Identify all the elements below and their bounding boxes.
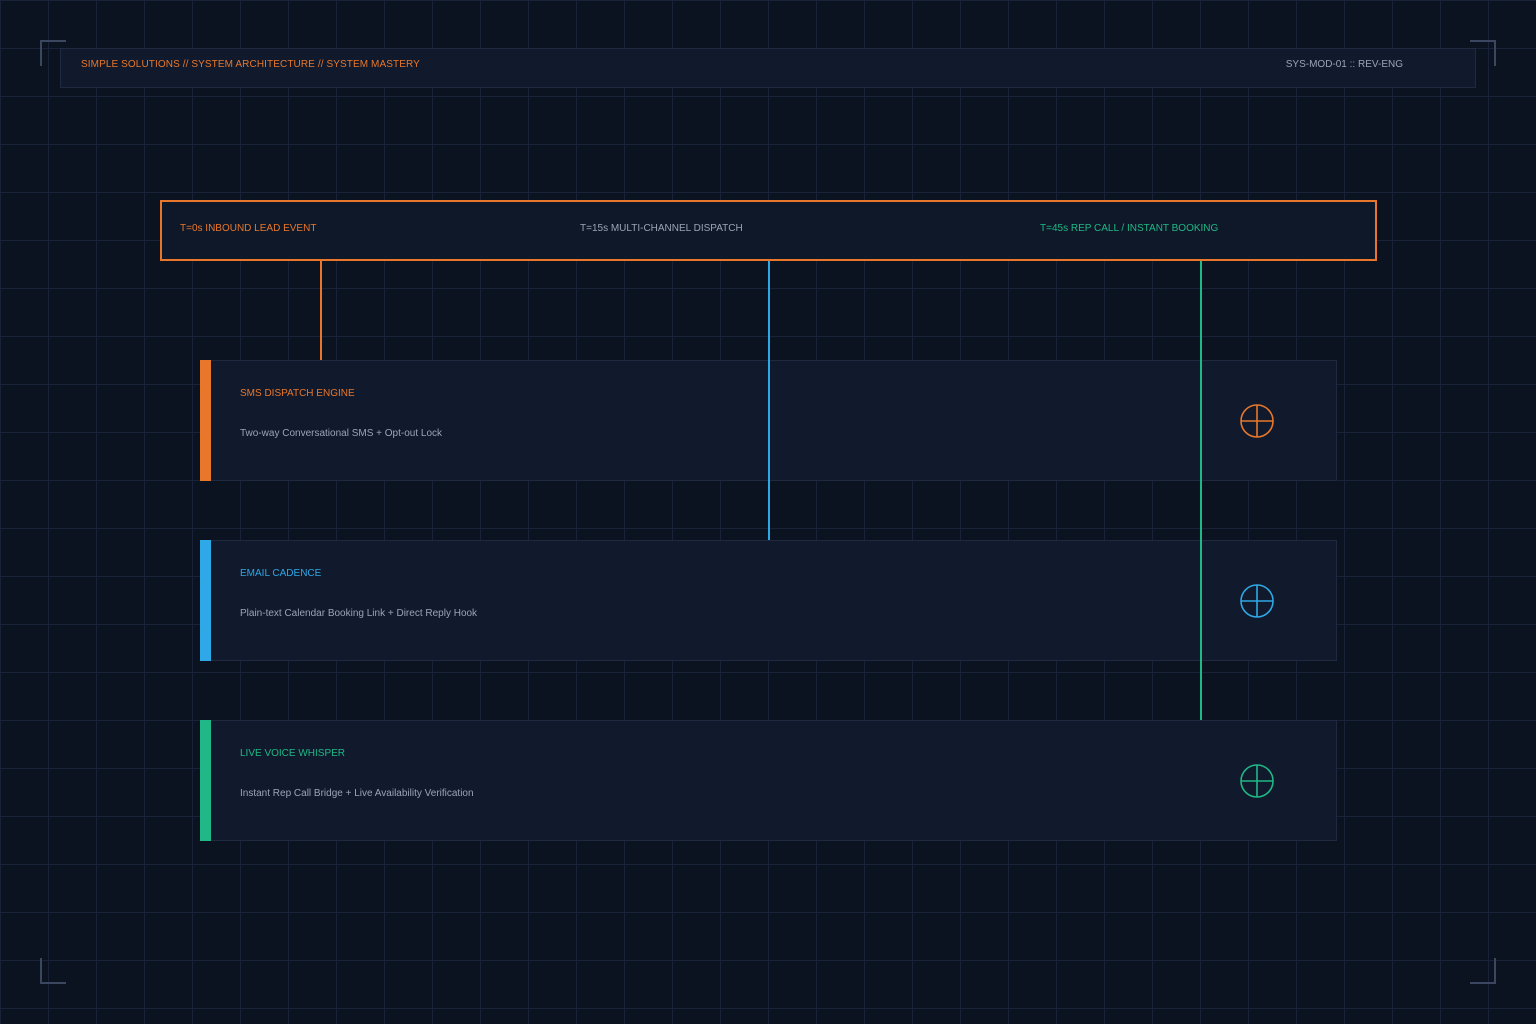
connector-line-voice: [1200, 261, 1202, 720]
module-accent-bar: [200, 360, 211, 481]
header-module-id: SYS-MOD-01 :: REV-ENG: [1285, 59, 1403, 70]
diagram-canvas: SIMPLE SOLUTIONS // SYSTEM ARCHITECTURE …: [0, 0, 1536, 1024]
timeline-stage-dispatch: T=15s MULTI-CHANNEL DISPATCH: [580, 223, 743, 234]
crosshair-icon: [1240, 764, 1274, 798]
header-breadcrumb: SIMPLE SOLUTIONS // SYSTEM ARCHITECTURE …: [81, 59, 420, 70]
module-accent-bar: [200, 720, 211, 841]
corner-bracket-bottom-left: [40, 958, 66, 984]
module-title: SMS DISPATCH ENGINE: [240, 388, 355, 399]
corner-bracket-bottom-right: [1470, 958, 1496, 984]
module-card-voice: LIVE VOICE WHISPER Instant Rep Call Brid…: [200, 720, 1337, 841]
connector-line-sms: [320, 261, 322, 360]
timeline-stage-inbound: T=0s INBOUND LEAD EVENT: [180, 223, 317, 234]
module-title: LIVE VOICE WHISPER: [240, 748, 346, 759]
module-title: EMAIL CADENCE: [240, 568, 322, 579]
crosshair-icon: [1240, 584, 1274, 618]
module-description: Instant Rep Call Bridge + Live Availabil…: [240, 788, 474, 799]
header-bar: SIMPLE SOLUTIONS // SYSTEM ARCHITECTURE …: [60, 48, 1476, 88]
crosshair-icon: [1240, 404, 1274, 438]
connector-line-email: [768, 261, 770, 540]
module-card-email: EMAIL CADENCE Plain-text Calendar Bookin…: [200, 540, 1337, 661]
timeline-stage-booking: T=45s REP CALL / INSTANT BOOKING: [1040, 223, 1219, 234]
timeline-bar: T=0s INBOUND LEAD EVENT T=15s MULTI-CHAN…: [160, 200, 1377, 261]
module-accent-bar: [200, 540, 211, 661]
module-description: Two-way Conversational SMS + Opt-out Loc…: [240, 428, 443, 439]
module-description: Plain-text Calendar Booking Link + Direc…: [240, 608, 478, 619]
